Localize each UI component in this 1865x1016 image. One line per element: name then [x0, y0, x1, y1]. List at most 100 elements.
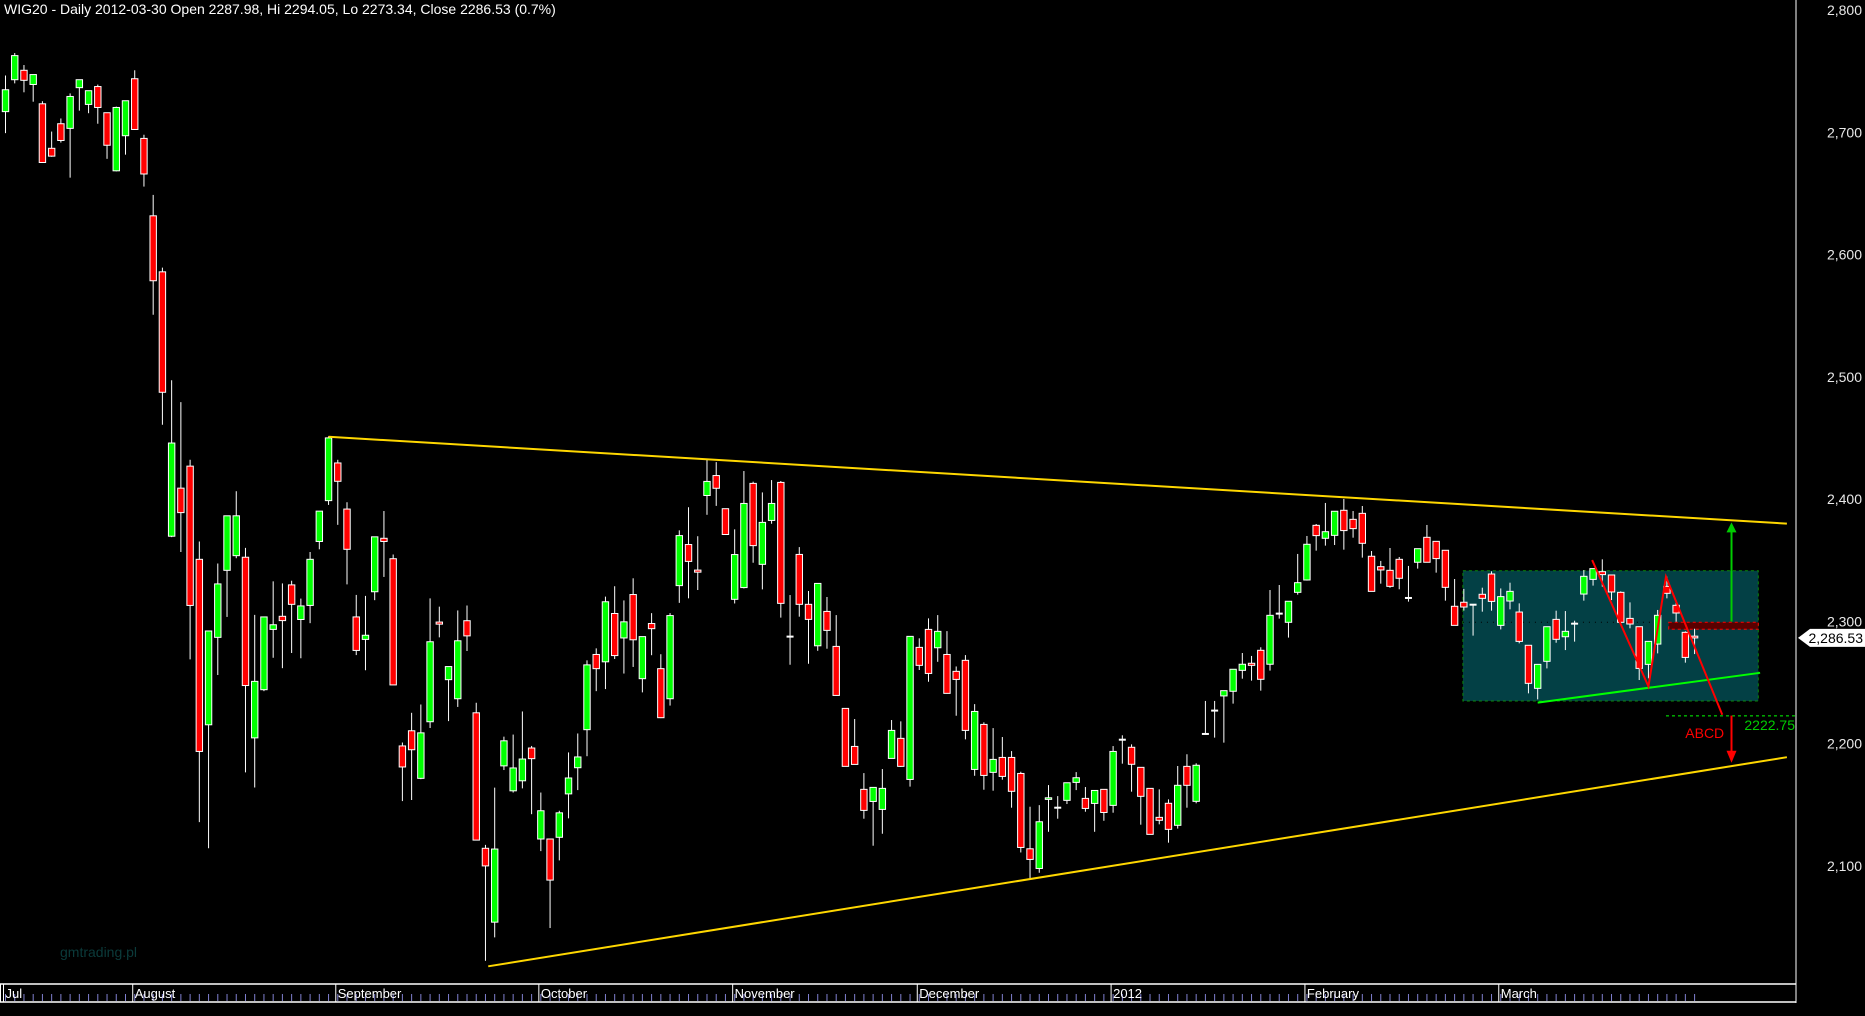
candle-down — [850, 745, 859, 765]
last-price-label: 2,286.53 — [1809, 630, 1864, 646]
candle-down — [158, 271, 167, 393]
candle-up — [878, 787, 887, 810]
candle-up — [1174, 784, 1182, 826]
candle-down — [998, 756, 1007, 777]
candle-down — [1377, 566, 1385, 571]
candle-up — [970, 710, 979, 770]
candle-up — [1303, 543, 1311, 581]
candle-up — [361, 634, 370, 640]
candle-down — [47, 147, 56, 157]
price-tick-label: 2,500 — [1827, 369, 1862, 385]
candle-down — [1524, 644, 1533, 684]
candle-up — [1294, 582, 1302, 593]
candle-up — [1090, 789, 1099, 804]
candle-down — [546, 838, 554, 881]
candle-up — [767, 502, 776, 521]
candle-down — [1681, 631, 1690, 658]
candle-up — [1589, 568, 1597, 580]
candle-down — [140, 137, 148, 175]
candle-up — [1497, 596, 1505, 626]
candle-up — [1330, 510, 1339, 536]
candle-down — [343, 508, 351, 550]
candle-down — [1441, 549, 1450, 588]
candle-up — [75, 79, 84, 89]
candle-up — [758, 521, 767, 565]
candle-up — [204, 630, 213, 726]
candle-down — [1450, 605, 1459, 626]
candle-up — [1644, 640, 1653, 665]
candle-down — [943, 653, 951, 694]
candle-up — [1266, 614, 1274, 665]
candle-up — [1072, 777, 1080, 783]
price-tick-label: 2,700 — [1827, 124, 1862, 140]
candle-up — [601, 601, 610, 663]
candle-up — [121, 100, 130, 137]
candle-up — [564, 777, 573, 795]
candle-up — [297, 605, 305, 620]
candle-down — [1340, 509, 1348, 532]
price-tick-label: 2,200 — [1827, 736, 1862, 752]
candle-down — [777, 481, 785, 604]
month-label: November — [735, 986, 796, 1001]
candle-up — [11, 55, 19, 81]
candle-up — [66, 95, 74, 129]
candle-down — [149, 215, 157, 282]
month-label: September — [338, 986, 402, 1001]
candle-down — [1386, 569, 1394, 587]
candle-down — [186, 465, 194, 606]
month-label: March — [1501, 986, 1537, 1001]
candle-up — [1284, 600, 1293, 623]
candle-up — [740, 502, 748, 589]
candle-up — [417, 732, 425, 779]
candle-up — [84, 90, 93, 105]
candle-down — [684, 544, 693, 562]
candle-down — [334, 462, 342, 482]
candle-up — [1109, 750, 1117, 806]
candle-down — [1007, 756, 1016, 792]
candle-up — [869, 786, 877, 802]
candle-down — [287, 584, 296, 605]
candle-up — [1063, 782, 1071, 801]
candle-down — [131, 78, 139, 130]
candle-up — [1533, 663, 1542, 689]
candle-down — [961, 659, 970, 731]
candle-down — [915, 646, 923, 666]
candle-down — [463, 620, 471, 637]
candle-up — [730, 554, 739, 600]
candle-down — [472, 712, 480, 841]
candle-down — [804, 603, 813, 620]
breakout-zone — [1668, 621, 1759, 630]
candle-down — [610, 613, 619, 657]
candle-down — [1358, 512, 1367, 544]
candle-up — [426, 641, 434, 723]
candle-up — [518, 758, 527, 782]
candle-down — [103, 112, 111, 146]
candle-up — [371, 536, 379, 593]
candle-up — [675, 535, 683, 587]
month-label: December — [919, 986, 980, 1001]
price-tick-label: 2,400 — [1827, 491, 1862, 507]
candle-up — [574, 756, 582, 769]
candle-up — [214, 583, 222, 638]
candle-down — [860, 788, 868, 811]
candle-down — [278, 615, 287, 622]
price-tick-label: 2,100 — [1827, 858, 1862, 874]
candle-up — [232, 515, 240, 557]
price-chart[interactable]: gmtrading.pl 2222.75 ABCD 2,800 2,700 2,600 2,… — [0, 0, 1865, 1016]
candle-down — [657, 668, 665, 719]
month-label: 2012 — [1113, 986, 1142, 1001]
candle-down — [841, 707, 850, 767]
candle-down — [57, 123, 65, 141]
candle-down — [749, 482, 757, 547]
candle-down — [1423, 536, 1431, 563]
candle-up — [324, 437, 333, 502]
candle-down — [1349, 518, 1357, 530]
candle-down — [435, 621, 444, 625]
candle-down — [897, 737, 905, 767]
candle-up — [1413, 548, 1422, 563]
candle-up — [1044, 797, 1053, 800]
candle-up — [454, 640, 462, 700]
candle-up — [1543, 626, 1551, 662]
candle-up — [666, 615, 674, 700]
candle-down — [592, 653, 600, 670]
